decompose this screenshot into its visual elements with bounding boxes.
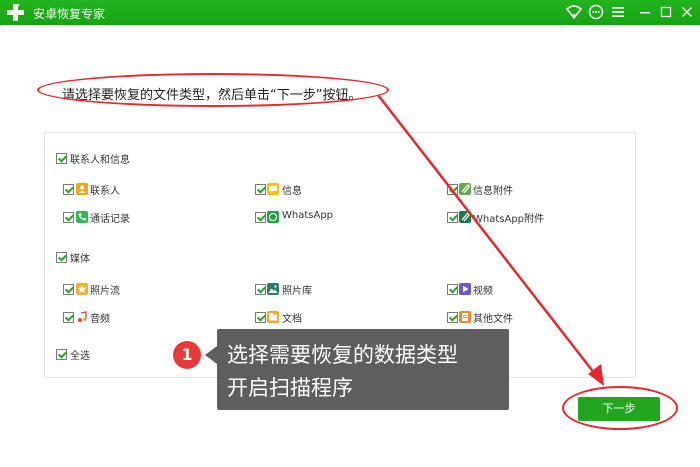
annotation-ellipse-next-button — [562, 386, 678, 430]
callout-pointer — [205, 346, 217, 364]
tutorial-callout: 选择需要恢复的数据类型 开启扫描程序 — [217, 329, 509, 410]
step-number-badge: 1 — [173, 341, 201, 369]
callout-line-2: 开启扫描程序 — [227, 376, 353, 400]
callout-line-1: 选择需要恢复的数据类型 — [227, 343, 458, 367]
